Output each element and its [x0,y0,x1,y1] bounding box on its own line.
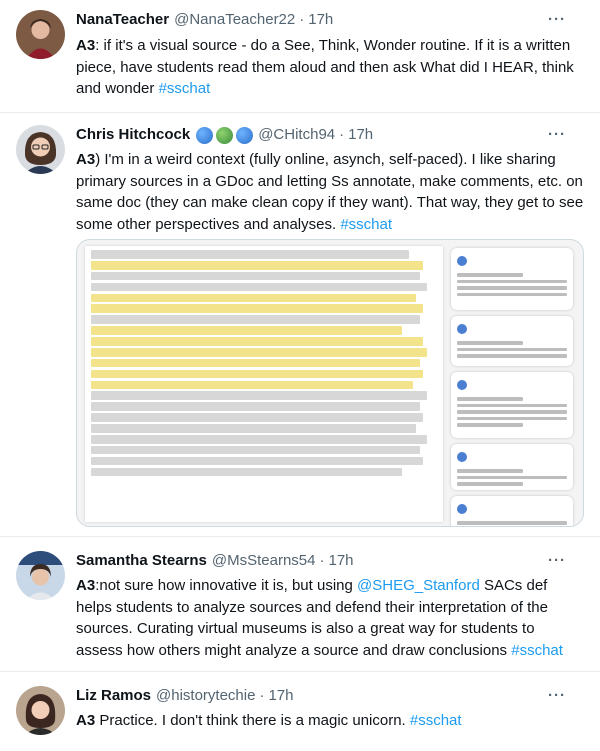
user-handle[interactable]: @MsStearns54 [212,551,316,571]
mention-link[interactable]: @SHEG_Stanford [357,577,480,594]
tweet-body: : if it's a visual source - do a See, Th… [76,37,574,97]
avatar[interactable] [16,10,65,59]
answer-label: A3 [76,712,96,729]
avatar[interactable] [16,686,65,735]
tweet-nanateacher[interactable]: NanaTeacher @NanaTeacher22 · 17h ··· A3:… [0,0,600,113]
separator-dot: · [299,11,305,28]
separator-dot: · [259,687,265,704]
answer-label: A3 [76,37,96,54]
tweet-header: Samantha Stearns @MsStearns54 · 17h ··· [76,551,584,571]
display-name[interactable]: Chris Hitchcock [76,125,190,145]
tweet-lizramos[interactable]: Liz Ramos @historytechie · 17h ··· A3 Pr… [0,672,600,751]
user-handle[interactable]: @CHitch94 [258,125,335,145]
hashtag-link[interactable]: #sschat [340,216,392,233]
globe-emoji-icon [196,126,214,144]
separator-dot: · [339,126,345,143]
hashtag-link[interactable]: #sschat [410,712,462,729]
timestamp[interactable]: 17h [329,551,354,571]
tweet-text: A3 Practice. I don't think there is a ma… [76,710,584,732]
timestamp[interactable]: 17h [268,686,293,706]
display-name[interactable]: Samantha Stearns [76,551,207,571]
globe-emoji-icon [216,126,234,144]
timestamp[interactable]: 17h [308,10,333,30]
document-preview [85,246,443,522]
tweet-chrishitchcock[interactable]: Chris Hitchcock @CHitch94 · 17h ··· A3) … [0,113,600,537]
timestamp[interactable]: 17h [348,125,373,145]
tweet-header: Liz Ramos @historytechie · 17h ··· [76,686,584,706]
more-options-icon[interactable]: ··· [548,125,566,145]
tweet-body: :not sure how innovative it is, but usin… [95,577,357,594]
tweet-body: Practice. I don't think there is a magic… [95,712,410,729]
tweet-header: NanaTeacher @NanaTeacher22 · 17h ··· [76,10,584,30]
more-options-icon[interactable]: ··· [548,551,566,571]
answer-label: A3 [76,577,96,594]
display-name[interactable]: NanaTeacher [76,10,169,30]
separator-dot: · [319,552,325,569]
tweet-samanthastearns[interactable]: Samantha Stearns @MsStearns54 · 17h ··· … [0,537,600,672]
avatar[interactable] [16,125,65,174]
user-handle[interactable]: @NanaTeacher22 [174,10,295,30]
tweet-header: Chris Hitchcock @CHitch94 · 17h ··· [76,125,584,145]
user-handle[interactable]: @historytechie [156,686,255,706]
hashtag-link[interactable]: #sschat [511,642,563,659]
more-options-icon[interactable]: ··· [548,686,566,706]
tweet-text: A3: if it's a visual source - do a See, … [76,35,584,100]
tweet-body: ) I'm in a weird context (fully online, … [76,151,584,233]
tweet-text: A3:not sure how innovative it is, but us… [76,575,584,661]
globe-emoji-icon [236,126,254,144]
more-options-icon[interactable]: ··· [548,10,566,30]
attached-image[interactable] [76,239,584,527]
avatar[interactable] [16,551,65,600]
tweet-text: A3) I'm in a weird context (fully online… [76,149,584,235]
comment-sidebar [451,244,579,526]
answer-label: A3 [76,151,96,168]
display-name[interactable]: Liz Ramos [76,686,151,706]
hashtag-link[interactable]: #sschat [159,80,211,97]
